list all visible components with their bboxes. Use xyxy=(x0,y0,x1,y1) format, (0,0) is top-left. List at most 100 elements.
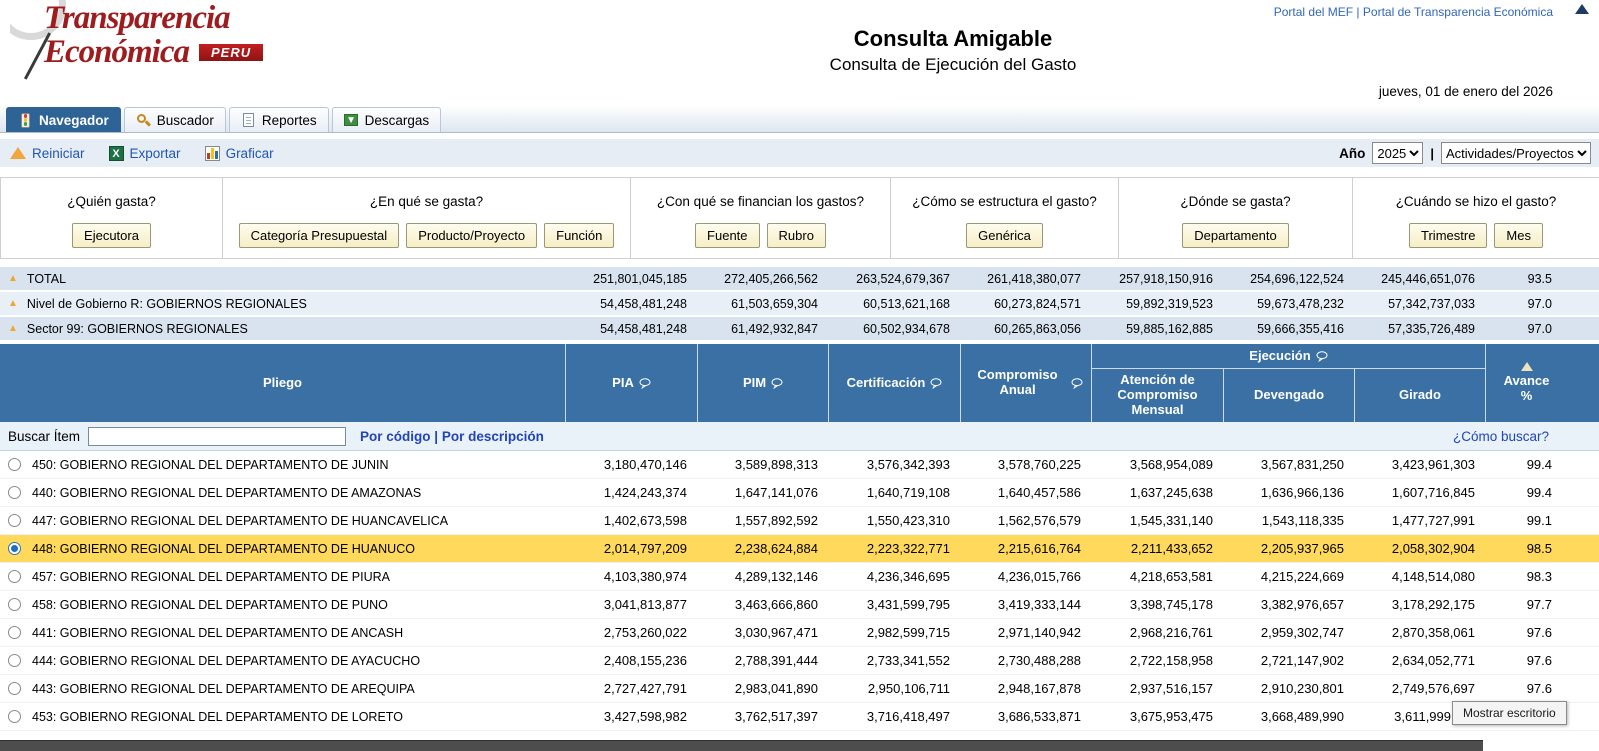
search-by-description-link[interactable]: Por descripción xyxy=(442,429,544,444)
table-row[interactable]: 450: GOBIERNO REGIONAL DEL DEPARTAMENTO … xyxy=(0,451,1599,479)
row-value: 1,562,576,579 xyxy=(997,513,1081,528)
row-radio[interactable] xyxy=(8,458,21,471)
tab-buscador[interactable]: Buscador xyxy=(123,107,226,132)
page-title: Consulta Amigable xyxy=(853,26,1053,51)
query-question: ¿Dónde se gasta? xyxy=(1180,193,1291,209)
search-by-code-link[interactable]: Por código xyxy=(360,429,431,444)
row-value: 2,205,937,965 xyxy=(1260,541,1344,556)
bar-chart-icon xyxy=(204,145,220,161)
row-value: 4,215,224,669 xyxy=(1260,569,1344,584)
row-radio[interactable] xyxy=(8,570,21,583)
row-value: 1,424,243,374 xyxy=(603,485,687,500)
column-header-pliego: Pliego xyxy=(262,374,302,390)
link-portal-mef[interactable]: Portal del MEF xyxy=(1274,5,1353,19)
tab-reportes[interactable]: Reportes xyxy=(228,107,329,132)
filter-button-ejecutora[interactable]: Ejecutora xyxy=(72,223,151,248)
row-radio[interactable] xyxy=(8,514,21,527)
filter-button-producto-proyecto[interactable]: Producto/Proyecto xyxy=(406,223,538,248)
summary-value: 61,503,659,304 xyxy=(731,296,818,311)
scroll-top-icon[interactable] xyxy=(1575,4,1589,14)
year-filter-controls: Año 2025 | Actividades/Proyectos xyxy=(1339,142,1591,164)
row-radio[interactable] xyxy=(8,542,21,555)
comment-balloon-icon[interactable] xyxy=(1071,377,1083,389)
row-value: 2,223,322,771 xyxy=(866,541,950,556)
row-label-cell: 448: GOBIERNO REGIONAL DEL DEPARTAMENTO … xyxy=(0,542,565,556)
filter-button-fuente[interactable]: Fuente xyxy=(695,223,760,248)
table-row[interactable]: 448: GOBIERNO REGIONAL DEL DEPARTAMENTO … xyxy=(0,535,1599,563)
row-value: 1,477,727,991 xyxy=(1391,513,1475,528)
query-question: ¿Quién gasta? xyxy=(67,193,156,209)
filter-button-mes[interactable]: Mes xyxy=(1494,223,1543,248)
sort-triangle-icon[interactable] xyxy=(1520,362,1533,372)
graficar-label: Graficar xyxy=(225,145,274,161)
row-value: 2,238,624,884 xyxy=(734,541,818,556)
link-portal-transparencia[interactable]: Portal de Transparencia Económica xyxy=(1363,5,1553,19)
table-row[interactable]: 440: GOBIERNO REGIONAL DEL DEPARTAMENTO … xyxy=(0,479,1599,507)
summary-value: 59,892,319,523 xyxy=(1126,296,1213,311)
summary-rows: ▲ TOTAL 251,801,045,185 272,405,266,562 263,… xyxy=(0,267,1599,342)
type-select[interactable]: Actividades/Proyectos xyxy=(1441,142,1591,164)
tab-label: Reportes xyxy=(261,112,317,128)
table-row[interactable]: 441: GOBIERNO REGIONAL DEL DEPARTAMENTO … xyxy=(0,619,1599,647)
comment-balloon-icon[interactable] xyxy=(771,377,783,389)
filter-button-departamento[interactable]: Departamento xyxy=(1182,223,1289,248)
comment-balloon-icon[interactable] xyxy=(1316,350,1328,362)
table-row[interactable]: 458: GOBIERNO REGIONAL DEL DEPARTAMENTO … xyxy=(0,591,1599,619)
summary-avance-value: 97.0 xyxy=(1527,296,1552,311)
table-row[interactable]: 444: GOBIERNO REGIONAL DEL DEPARTAMENTO … xyxy=(0,647,1599,675)
summary-value: 59,673,478,232 xyxy=(1257,296,1344,311)
row-value: 2,749,576,697 xyxy=(1391,681,1475,696)
row-value: 2,937,516,157 xyxy=(1129,681,1213,696)
filter-button-funcion[interactable]: Función xyxy=(544,223,615,248)
exportar-button[interactable]: X Exportar xyxy=(108,145,181,161)
filter-button-categoria-presupuestal[interactable]: Categoría Presupuestal xyxy=(238,223,400,248)
filter-button-generica[interactable]: Genérica xyxy=(966,223,1043,248)
row-radio[interactable] xyxy=(8,682,21,695)
row-value: 3,578,760,225 xyxy=(997,457,1081,472)
search-icon xyxy=(136,113,151,128)
expand-triangle-icon[interactable]: ▲ xyxy=(8,323,18,334)
row-radio[interactable] xyxy=(8,486,21,499)
row-value: 4,148,514,080 xyxy=(1391,569,1475,584)
tab-navegador[interactable]: Navegador xyxy=(6,107,121,132)
row-value: 1,550,423,310 xyxy=(866,513,950,528)
reiniciar-button[interactable]: Reiniciar xyxy=(10,146,85,161)
row-radio[interactable] xyxy=(8,710,21,723)
filter-button-trimestre[interactable]: Trimestre xyxy=(1409,223,1488,248)
row-label-cell: 441: GOBIERNO REGIONAL DEL DEPARTAMENTO … xyxy=(0,626,565,640)
summary-value: 57,342,737,033 xyxy=(1388,296,1475,311)
expand-triangle-icon[interactable]: ▲ xyxy=(8,273,18,284)
column-header-pim: PIM xyxy=(697,344,828,422)
graficar-button[interactable]: Graficar xyxy=(204,145,274,161)
action-toolbar: Reiniciar X Exportar Graficar Año 2025 |… xyxy=(0,139,1599,167)
table-row[interactable]: 447: GOBIERNO REGIONAL DEL DEPARTAMENTO … xyxy=(0,507,1599,535)
search-label: Buscar Ítem xyxy=(8,428,81,444)
row-value: 1,557,892,592 xyxy=(734,513,818,528)
expand-triangle-icon[interactable]: ▲ xyxy=(8,298,18,309)
row-label: 443: GOBIERNO REGIONAL DEL DEPARTAMENTO … xyxy=(32,681,415,696)
row-radio[interactable] xyxy=(8,654,21,667)
row-radio[interactable] xyxy=(8,598,21,611)
top-links-separator: | xyxy=(1356,5,1360,19)
year-select[interactable]: 2025 xyxy=(1372,142,1424,164)
row-value: 2,730,488,288 xyxy=(997,653,1081,668)
report-icon xyxy=(241,113,256,128)
row-value: 3,030,967,471 xyxy=(734,625,818,640)
filter-button-rubro[interactable]: Rubro xyxy=(766,223,826,248)
row-value: 1,607,716,845 xyxy=(1391,485,1475,500)
row-value: 3,431,599,795 xyxy=(866,597,950,612)
row-radio[interactable] xyxy=(8,626,21,639)
table-row[interactable]: 457: GOBIERNO REGIONAL DEL DEPARTAMENTO … xyxy=(0,563,1599,591)
comment-balloon-icon[interactable] xyxy=(930,377,942,389)
how-to-search-link[interactable]: ¿Cómo buscar? xyxy=(1453,429,1549,444)
row-label: 458: GOBIERNO REGIONAL DEL DEPARTAMENTO … xyxy=(32,597,388,612)
search-input[interactable] xyxy=(88,426,347,446)
row-label-cell: 457: GOBIERNO REGIONAL DEL DEPARTAMENTO … xyxy=(0,570,565,584)
row-value: 2,910,230,801 xyxy=(1260,681,1344,696)
tab-descargas[interactable]: ▼ Descargas xyxy=(331,107,442,132)
table-row[interactable]: 443: GOBIERNO REGIONAL DEL DEPARTAMENTO … xyxy=(0,675,1599,703)
table-row[interactable]: 453: GOBIERNO REGIONAL DEL DEPARTAMENTO … xyxy=(0,703,1599,731)
row-value: 1,640,457,586 xyxy=(997,485,1081,500)
comment-balloon-icon[interactable] xyxy=(639,377,651,389)
row-value: 2,948,167,878 xyxy=(997,681,1081,696)
